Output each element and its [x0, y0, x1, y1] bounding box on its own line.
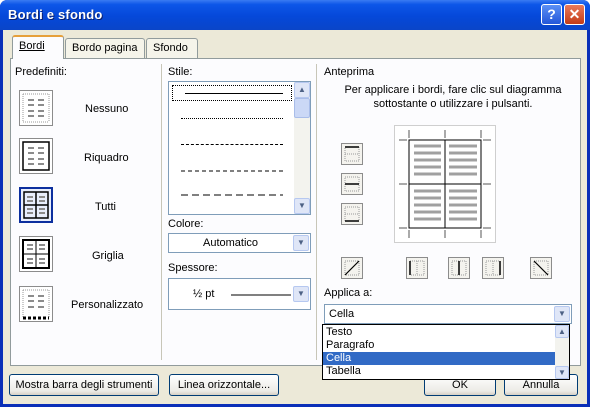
scroll-down-arrow-icon[interactable]: ▼	[294, 198, 310, 214]
scroll-up-arrow-icon[interactable]: ▲	[294, 82, 310, 98]
line-style-dashed-medium[interactable]	[169, 163, 291, 179]
close-button[interactable]: ✕	[564, 4, 585, 25]
tab-bordi[interactable]: Bordi	[12, 35, 64, 59]
border-box-icon	[22, 141, 50, 171]
scroll-thumb[interactable]	[294, 98, 310, 118]
apply-to-option-paragrafo[interactable]: Paragrafo	[323, 339, 555, 352]
diagonal-up-button[interactable]	[530, 257, 552, 279]
tab-bordo-pagina[interactable]: Bordo pagina	[65, 38, 145, 58]
line-style-scrollbar[interactable]: ▲ ▼	[294, 82, 310, 214]
border-bottom-button[interactable]	[341, 203, 363, 225]
color-label: Colore:	[168, 218, 204, 230]
border-bottom-icon	[344, 206, 360, 222]
preview-heading: Anteprima	[324, 66, 375, 78]
preset-box-button[interactable]	[19, 138, 53, 174]
border-preview-diagram[interactable]	[394, 125, 496, 243]
help-button[interactable]: ?	[541, 4, 562, 25]
preset-none-label: Nessuno	[85, 103, 129, 115]
line-style-dashed-small[interactable]	[169, 137, 291, 153]
border-right-button[interactable]	[482, 257, 504, 279]
dialog-window: Bordi e sfondo ? ✕ Bordi Bordo pagina Sf…	[0, 0, 590, 407]
tab-label: Sfondo	[153, 42, 188, 54]
width-combo[interactable]: ½ pt ▼	[168, 278, 311, 310]
border-inside-vertical-icon	[451, 260, 467, 276]
horizontal-line-button[interactable]: Linea orizzontale...	[169, 374, 279, 396]
border-all-icon	[23, 191, 49, 219]
preset-custom-label: Personalizzato	[71, 299, 144, 311]
preset-grid-button[interactable]	[19, 236, 53, 272]
diagonal-up-icon	[344, 260, 360, 276]
column-divider	[316, 64, 317, 360]
apply-to-combo[interactable]: Cella ▼	[324, 304, 572, 324]
border-top-icon	[344, 146, 360, 162]
dialog-title: Bordi e sfondo	[8, 7, 103, 22]
color-value: Automatico	[203, 237, 259, 249]
scroll-up-arrow-icon[interactable]: ▲	[555, 325, 569, 338]
line-style-dashed-long[interactable]	[169, 187, 291, 203]
apply-to-value: Cella	[329, 308, 355, 320]
apply-to-option-cella[interactable]: Cella	[323, 352, 555, 365]
column-divider	[161, 64, 162, 360]
preset-custom-button[interactable]	[19, 286, 53, 322]
apply-to-option-testo[interactable]: Testo	[323, 326, 555, 339]
color-combo[interactable]: Automatico ▼	[168, 233, 311, 253]
tab-label: Bordi	[19, 40, 45, 52]
preset-all-label: Tutti	[95, 201, 116, 213]
width-line-sample	[231, 294, 291, 296]
border-custom-icon	[22, 289, 50, 320]
title-bar[interactable]: Bordi e sfondo ? ✕	[0, 0, 590, 30]
border-inside-vertical-button[interactable]	[448, 257, 470, 279]
apply-to-dropdown-list[interactable]: Testo Paragrafo Cella Tabella ▲ ▼	[322, 324, 570, 380]
border-top-button[interactable]	[341, 143, 363, 165]
preset-none-button[interactable]	[19, 90, 53, 126]
chevron-down-icon[interactable]: ▼	[293, 286, 309, 302]
dropdown-scrollbar[interactable]: ▲ ▼	[555, 325, 569, 379]
border-none-icon	[22, 93, 50, 123]
preset-box-label: Riquadro	[84, 152, 129, 164]
scroll-down-arrow-icon[interactable]: ▼	[555, 366, 569, 379]
apply-to-label: Applica a:	[324, 287, 373, 299]
preset-grid-label: Griglia	[92, 250, 124, 262]
border-inside-horizontal-icon	[344, 176, 360, 192]
show-toolbar-button[interactable]: Mostra barra degli strumenti	[9, 374, 159, 396]
diagonal-down-button[interactable]	[341, 257, 363, 279]
chevron-down-icon[interactable]: ▼	[293, 235, 309, 251]
apply-to-option-tabella[interactable]: Tabella	[323, 365, 555, 378]
border-left-icon	[409, 260, 425, 276]
line-style-list[interactable]: ▲ ▼	[168, 81, 311, 215]
dialog-body: Bordi Bordo pagina Sfondo Predefiniti: N…	[3, 30, 587, 404]
style-heading: Stile:	[168, 66, 193, 78]
diagonal-down-icon	[533, 260, 549, 276]
line-style-solid[interactable]	[172, 85, 292, 101]
width-label: Spessore:	[168, 262, 218, 274]
presets-heading: Predefiniti:	[15, 66, 67, 78]
chevron-down-icon[interactable]: ▼	[554, 306, 570, 322]
tab-label: Bordo pagina	[72, 42, 138, 54]
preset-all-button[interactable]	[19, 187, 53, 223]
preview-instructions: Per applicare i bordi, fare clic sul dia…	[344, 84, 562, 110]
tab-sfondo[interactable]: Sfondo	[146, 38, 198, 58]
border-grid-icon	[22, 239, 50, 269]
border-left-button[interactable]	[406, 257, 428, 279]
border-inside-horizontal-button[interactable]	[341, 173, 363, 195]
border-right-icon	[485, 260, 501, 276]
border-preview-canvas[interactable]	[395, 126, 495, 242]
line-style-dotted[interactable]	[169, 111, 291, 127]
width-value: ½ pt	[193, 288, 215, 300]
